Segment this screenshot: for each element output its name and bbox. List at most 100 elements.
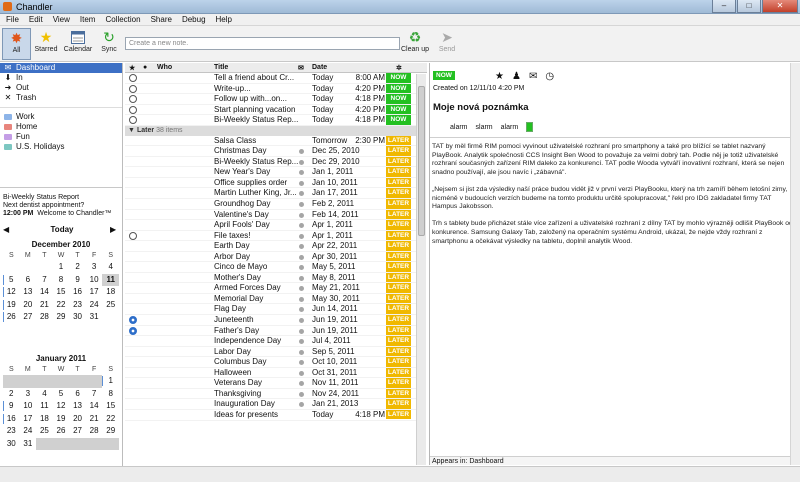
collapse-triangle-icon[interactable]: ▼ bbox=[128, 126, 135, 136]
calendar-day[interactable]: 14 bbox=[36, 286, 53, 299]
column-title[interactable]: Title bbox=[214, 64, 228, 71]
table-row[interactable]: Flag Day Jun 14, 2011 LATER bbox=[125, 304, 417, 316]
triage-status-button[interactable]: LATER bbox=[386, 251, 411, 262]
triage-status-button[interactable]: LATER bbox=[386, 293, 411, 304]
next-month-button[interactable]: ▶ bbox=[110, 225, 116, 234]
calendar-day[interactable]: 16 bbox=[3, 413, 20, 426]
calendar-day[interactable]: 28 bbox=[36, 311, 53, 324]
calendar-day[interactable]: 9 bbox=[69, 274, 86, 287]
tag[interactable]: slarm bbox=[476, 124, 493, 131]
item-kind-icon[interactable] bbox=[129, 105, 137, 114]
calendar-day[interactable]: 6 bbox=[20, 274, 37, 287]
calendar-day[interactable]: 11 bbox=[102, 273, 119, 286]
new-note-input[interactable]: Create a new note. bbox=[125, 37, 400, 50]
reminder-dot-icon[interactable] bbox=[299, 296, 304, 302]
menu-help[interactable]: Help bbox=[216, 14, 232, 25]
calendar-day[interactable]: 9 bbox=[3, 400, 20, 413]
table-row[interactable]: Start planning vacation Today 4:20 PM NOW bbox=[125, 104, 417, 116]
table-row[interactable]: Armed Forces Day May 21, 2011 LATER bbox=[125, 283, 417, 294]
table-row[interactable]: Office supplies order Jan 10, 2011 LATER bbox=[125, 177, 417, 189]
cleanup-button[interactable]: ♻ Clean up bbox=[399, 28, 431, 60]
event-icon[interactable]: ♟ bbox=[512, 71, 521, 82]
menu-item[interactable]: Item bbox=[80, 14, 96, 25]
calendar-day[interactable]: 30 bbox=[69, 311, 86, 324]
menu-file[interactable]: File bbox=[6, 14, 19, 25]
calendar-day[interactable]: 19 bbox=[53, 413, 70, 426]
close-button[interactable]: ✕ bbox=[762, 0, 798, 13]
reminder-dot-icon[interactable] bbox=[299, 191, 304, 197]
reminder-dot-icon[interactable] bbox=[299, 212, 304, 218]
calendar-day[interactable]: 5 bbox=[53, 388, 70, 401]
calendar-day[interactable]: 25 bbox=[102, 299, 119, 312]
calendar-day[interactable]: 10 bbox=[86, 274, 103, 287]
reminder-dot-icon[interactable] bbox=[299, 149, 304, 155]
table-row[interactable]: File taxes! Apr 1, 2011 LATER bbox=[125, 230, 417, 242]
send-button[interactable]: ➤ Send bbox=[434, 28, 460, 60]
triage-column-icon[interactable]: ✲ bbox=[396, 64, 402, 72]
triage-status-button[interactable]: LATER bbox=[386, 346, 411, 357]
calendar-day[interactable]: 21 bbox=[86, 413, 103, 426]
reminder-dot-icon[interactable] bbox=[299, 180, 304, 186]
detail-triage-status[interactable]: NOW bbox=[433, 71, 455, 80]
calendar-day[interactable]: 24 bbox=[86, 299, 103, 312]
all-button[interactable]: ✸ All bbox=[2, 28, 31, 60]
reminder-dot-icon[interactable] bbox=[299, 328, 304, 334]
menu-collection[interactable]: Collection bbox=[105, 14, 140, 25]
menu-view[interactable]: View bbox=[53, 14, 70, 25]
note-title[interactable]: Moje nová poznámka bbox=[433, 102, 529, 113]
calendar-day[interactable]: 17 bbox=[86, 286, 103, 299]
calendar-day[interactable]: 10 bbox=[20, 400, 37, 413]
table-row[interactable]: Labor Day Sep 5, 2011 LATER bbox=[125, 346, 417, 358]
table-row[interactable]: Mother's Day May 8, 2011 LATER bbox=[125, 272, 417, 284]
triage-status-button[interactable]: LATER bbox=[386, 367, 411, 378]
triage-status-button[interactable]: LATER bbox=[386, 167, 411, 177]
calendar-day[interactable]: 22 bbox=[102, 413, 119, 426]
calendar-day[interactable]: 3 bbox=[20, 388, 37, 401]
table-row[interactable]: Cinco de Mayo May 5, 2011 LATER bbox=[125, 262, 417, 273]
calendar-day[interactable]: 23 bbox=[69, 299, 86, 312]
calendar-day[interactable]: 27 bbox=[69, 425, 86, 438]
table-row[interactable]: Valentine's Day Feb 14, 2011 LATER bbox=[125, 209, 417, 221]
triage-status-button[interactable]: LATER bbox=[386, 325, 411, 336]
reminder-dot-icon[interactable] bbox=[299, 381, 304, 387]
triage-status-button[interactable]: LATER bbox=[386, 209, 411, 220]
calendar-day[interactable]: 18 bbox=[36, 413, 53, 426]
calendar-day[interactable]: 20 bbox=[20, 299, 37, 312]
column-who[interactable]: Who bbox=[157, 64, 172, 71]
triage-status-button[interactable]: NOW bbox=[386, 104, 411, 115]
calendar-day[interactable]: 5 bbox=[3, 274, 20, 287]
calendar-day[interactable]: 29 bbox=[53, 311, 70, 324]
tag[interactable]: alarm bbox=[450, 124, 468, 131]
triage-status-button[interactable]: LATER bbox=[386, 230, 411, 241]
calendar-day[interactable]: 18 bbox=[102, 286, 119, 299]
sidebar-item-dashboard[interactable]: ✉ Dashboard bbox=[0, 63, 122, 73]
table-row[interactable]: Thanksgiving Nov 24, 2011 LATER bbox=[125, 388, 417, 400]
table-row[interactable]: Follow up with...on... Today 4:18 PM NOW bbox=[125, 94, 417, 105]
triage-status-button[interactable]: LATER bbox=[386, 399, 411, 409]
reminder-dot-icon[interactable] bbox=[299, 402, 304, 408]
calendar-day[interactable]: 16 bbox=[69, 286, 86, 299]
table-row[interactable]: Memorial Day May 30, 2011 LATER bbox=[125, 293, 417, 305]
reminder-dot-icon[interactable] bbox=[299, 339, 304, 345]
triage-status-button[interactable]: LATER bbox=[386, 146, 411, 156]
item-kind-icon[interactable] bbox=[129, 231, 137, 240]
reminder-dot-icon[interactable] bbox=[299, 202, 304, 208]
table-row[interactable]: Ideas for presents Today 4:18 PM LATER bbox=[125, 409, 417, 421]
triage-status-button[interactable]: NOW bbox=[386, 73, 411, 83]
triage-status-button[interactable]: LATER bbox=[386, 304, 411, 314]
calendar-day[interactable]: 31 bbox=[86, 311, 103, 324]
triage-status-button[interactable]: LATER bbox=[386, 262, 411, 272]
triage-status-button[interactable]: NOW bbox=[386, 115, 411, 125]
column-date[interactable]: Date bbox=[312, 64, 327, 71]
calendar-day[interactable]: 28 bbox=[86, 425, 103, 438]
reminder-dot-icon[interactable] bbox=[299, 275, 304, 281]
triage-status-button[interactable]: LATER bbox=[386, 220, 411, 230]
triage-status-button[interactable]: LATER bbox=[386, 409, 411, 420]
calendar-day[interactable]: 26 bbox=[3, 311, 20, 324]
item-kind-icon[interactable] bbox=[129, 74, 137, 82]
table-row[interactable]: Groundhog Day Feb 2, 2011 LATER bbox=[125, 199, 417, 210]
calendar-day[interactable]: 4 bbox=[102, 261, 119, 274]
calendar-day[interactable]: 29 bbox=[102, 425, 119, 438]
later-section-header[interactable]: ▼ Later 38 items bbox=[125, 125, 417, 136]
calendar-day[interactable]: 31 bbox=[20, 438, 37, 451]
